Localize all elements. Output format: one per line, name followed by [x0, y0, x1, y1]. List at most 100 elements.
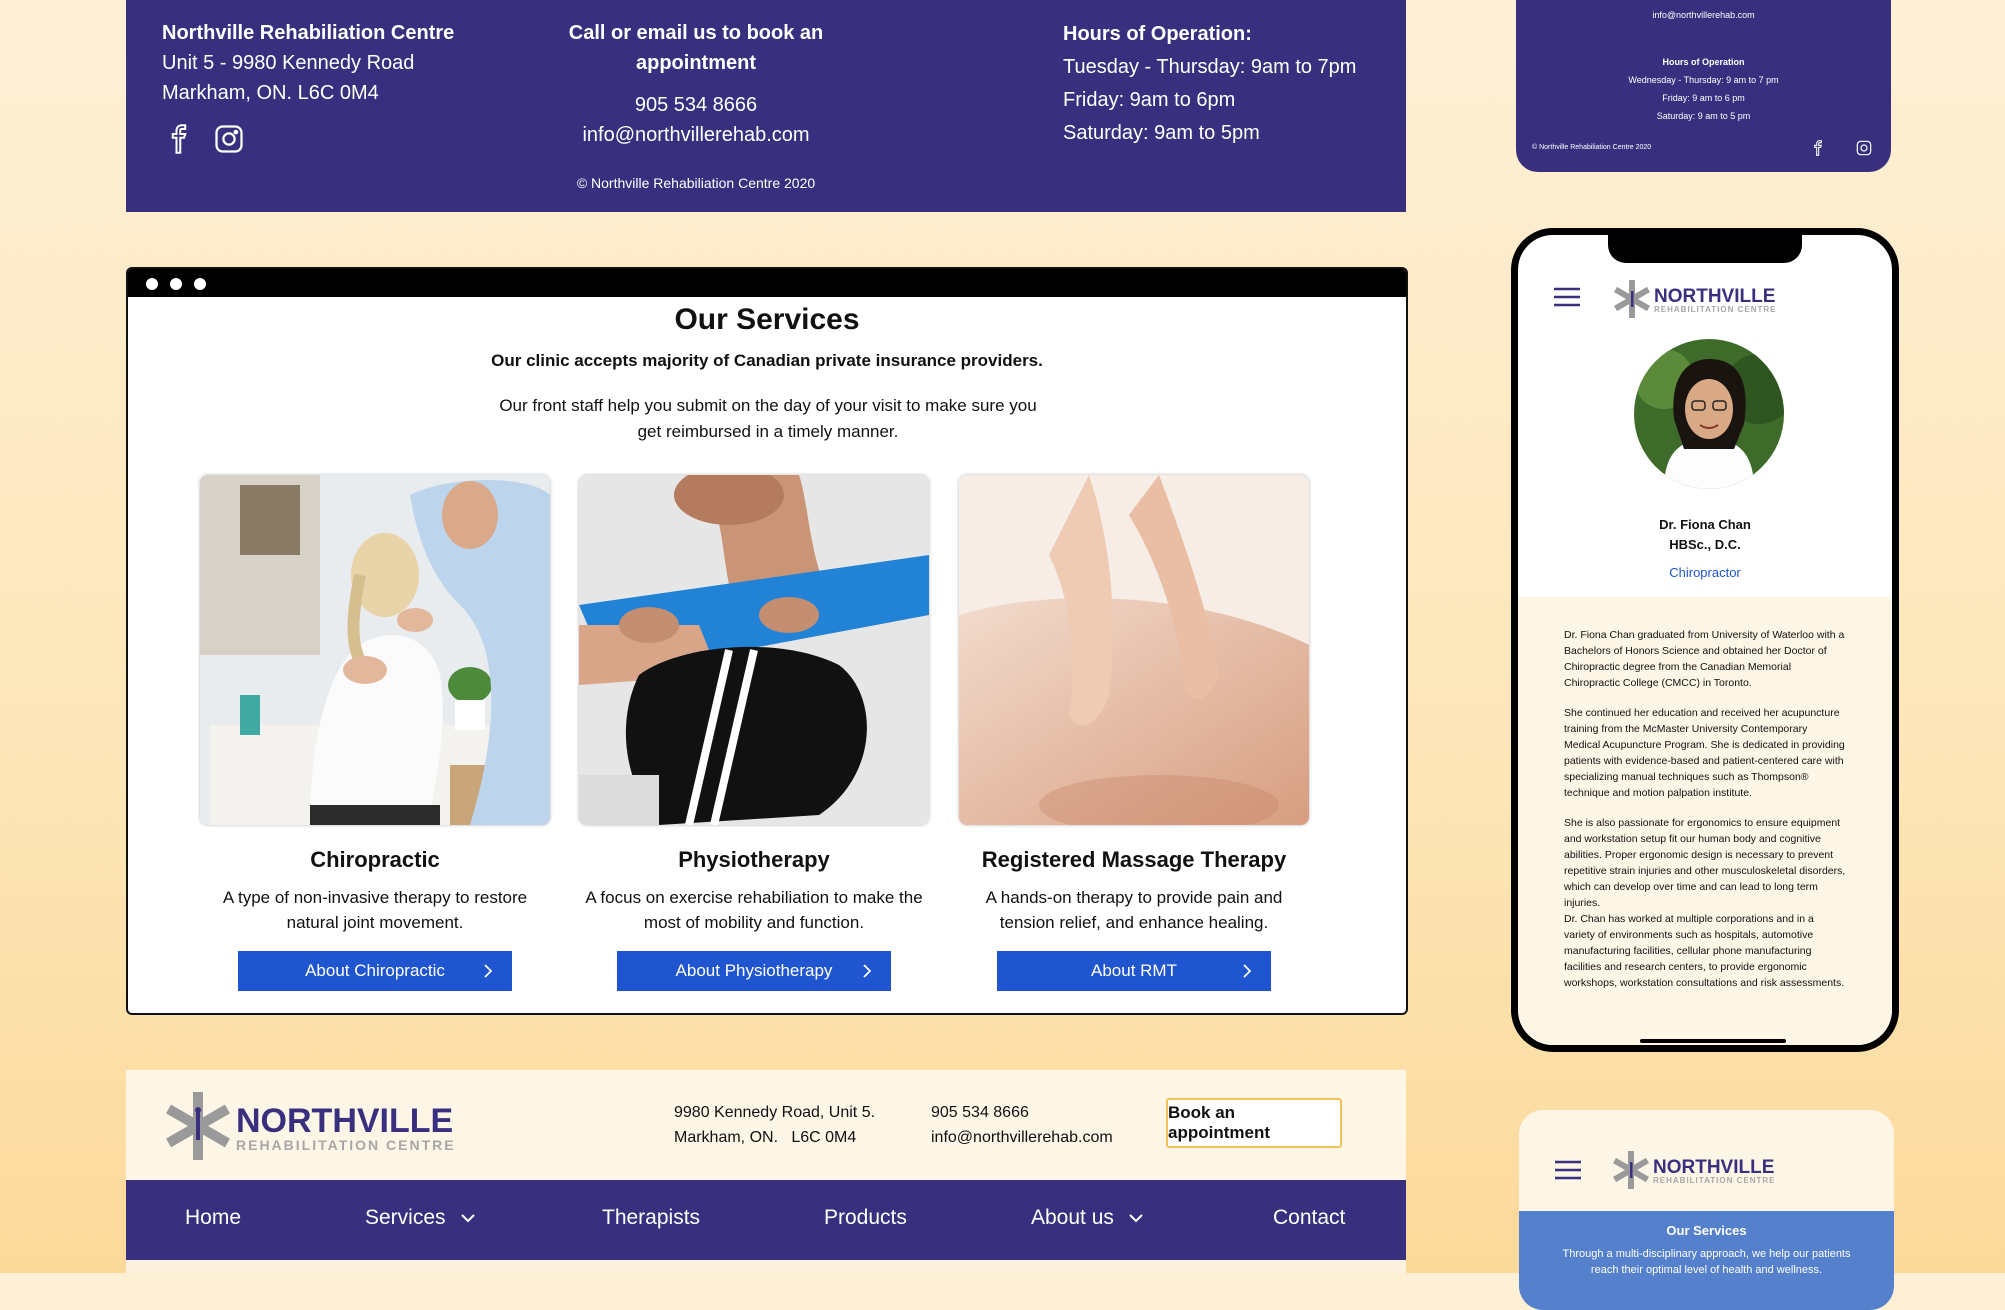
services-description: Our front staff help you submit on the d…	[499, 396, 1037, 441]
mobile-footer-hours-line: Saturday: 9 am to 5 pm	[1656, 111, 1751, 121]
browser-window: Our Services Our clinic accepts majority…	[126, 267, 1408, 1015]
nav-item-contact[interactable]: Contact	[1273, 1206, 1345, 1230]
doctor-name-block: Dr. Fiona Chan HBSc., D.C.	[1518, 515, 1892, 555]
site-logo[interactable]: NORTHVILLE REHABILITATION CENTRE	[162, 1088, 492, 1169]
mobile-logo-sub-text: REHABILITATION CENTRE	[1653, 1176, 1775, 1185]
footer-copyright-text: Northville Rehabiliation Centre 2020	[591, 175, 816, 191]
service-card-physiotherapy: Physiotherapy A focus on exercise rehabi…	[579, 475, 929, 991]
chevron-down-icon	[460, 1214, 475, 1223]
mobile-logo[interactable]: NORTHVILLE REHABILITATION CENTRE	[1613, 1148, 1803, 1197]
mobile-phone-mockup: NORTHVILLE REHABILITATION CENTRE Dr. Fio…	[1511, 228, 1899, 1052]
doctor-bio-section: Dr. Fiona Chan graduated from University…	[1518, 597, 1892, 1045]
browser-title-bar	[128, 269, 1406, 297]
facebook-icon[interactable]	[164, 124, 194, 154]
mobile-footer-hours-line: Wednesday - Thursday: 9 am to 7 pm	[1628, 75, 1779, 85]
mobile-footer-copyright: © Northville Rehabiliation Centre 2020	[1532, 144, 1651, 151]
bio-paragraph: She continued her education and received…	[1564, 707, 1845, 799]
mobile-footer-hours-heading: Hours of Operation	[1662, 57, 1745, 67]
main-navigation: Home Services Therapists Products About …	[126, 1180, 1406, 1260]
nav-label: Products	[824, 1206, 907, 1229]
mobile-footer-preview: info@northvillerehab.com Hours of Operat…	[1516, 0, 1891, 172]
copyright-icon: ©	[576, 175, 592, 191]
chevron-right-icon	[863, 964, 872, 978]
nav-label: Contact	[1273, 1206, 1346, 1229]
doctor-credentials: HBSc., D.C.	[1669, 537, 1741, 552]
mobile-logo-main-text: NORTHVILLE	[1653, 1157, 1774, 1178]
massage-photo	[959, 475, 1309, 825]
page-body-strip	[126, 1260, 1406, 1273]
nav-item-about[interactable]: About us	[1031, 1206, 1144, 1230]
instagram-icon[interactable]	[1856, 140, 1872, 156]
book-appointment-button[interactable]: Book an appointment	[1166, 1098, 1342, 1148]
footer-address-line2: Markham, ON. L6C 0M4	[162, 82, 379, 104]
footer-hours-line: Tuesday - Thursday: 9am to 7pm	[1063, 56, 1357, 78]
mobile-footer-email[interactable]: info@northvillerehab.com	[1516, 10, 1891, 20]
header-address-line2: Markham, ON. L6C 0M4	[674, 1129, 857, 1146]
mobile-logo-sub-text: REHABILITATION CENTRE	[1654, 305, 1776, 314]
chevron-right-icon	[1243, 964, 1252, 978]
nav-item-products[interactable]: Products	[824, 1206, 907, 1230]
mobile-services-band: Our Services Through a multi-disciplinar…	[1519, 1211, 1894, 1310]
logo-main-text: NORTHVILLE	[236, 1102, 453, 1140]
chevron-right-icon	[484, 964, 493, 978]
service-card-massage: Registered Massage Therapy A hands-on th…	[959, 475, 1309, 991]
physiotherapy-photo	[579, 475, 929, 825]
site-footer: Northville Rehabiliation Centre Unit 5 -…	[126, 0, 1406, 212]
header-email[interactable]: info@northvillerehab.com	[931, 1125, 1113, 1150]
footer-booking-heading: Call or email us to book an appointment	[568, 22, 824, 74]
service-card-text: A hands-on therapy to provide pain and t…	[985, 888, 1283, 932]
mobile-logo-main-text: NORTHVILLE	[1654, 286, 1775, 307]
footer-booking-block: Call or email us to book an appointment …	[526, 18, 866, 198]
footer-copyright: © Northville Rehabiliation Centre 2020	[526, 168, 866, 198]
service-card-text: A type of non-invasive therapy to restor…	[222, 888, 528, 932]
button-label: About RMT	[1091, 961, 1177, 980]
about-rmt-button[interactable]: About RMT	[997, 951, 1271, 991]
footer-social-links	[164, 124, 244, 154]
phone-notch	[1608, 235, 1802, 263]
footer-phone[interactable]: 905 534 8666	[526, 90, 866, 120]
header-phone[interactable]: 905 534 8666	[931, 1100, 1113, 1125]
nav-item-therapists[interactable]: Therapists	[602, 1206, 700, 1230]
mobile-footer-copyright-text: Northville Rehabiliation Centre 2020	[1539, 144, 1652, 151]
chevron-down-icon	[1129, 1214, 1143, 1223]
header-contact: 905 534 8666 info@northvillerehab.com	[931, 1100, 1113, 1150]
mobile-logo[interactable]: NORTHVILLE REHABILITATION CENTRE	[1614, 277, 1804, 326]
mobile-home-preview: NORTHVILLE REHABILITATION CENTRE Our Ser…	[1519, 1110, 1894, 1310]
bio-paragraph: She is also passionate for ergonomics to…	[1564, 817, 1846, 909]
nav-item-home[interactable]: Home	[185, 1206, 241, 1230]
mobile-footer-hours-line: Friday: 9 am to 6 pm	[1662, 93, 1745, 103]
home-indicator	[1640, 1039, 1786, 1043]
button-label: About Physiotherapy	[675, 961, 833, 980]
hamburger-menu-icon[interactable]	[1554, 287, 1580, 307]
window-dot-icon	[170, 278, 182, 290]
footer-address-line1: Unit 5 - 9980 Kennedy Road	[162, 52, 415, 74]
service-card-chiropractic: Chiropractic A type of non-invasive ther…	[200, 475, 550, 991]
service-card-title: Physiotherapy	[678, 847, 830, 872]
nav-label: About us	[1031, 1206, 1114, 1229]
hamburger-menu-icon[interactable]	[1555, 1160, 1581, 1180]
logo-sub-text: REHABILITATION CENTRE	[236, 1137, 456, 1153]
service-card-title: Registered Massage Therapy	[981, 847, 1287, 872]
nav-label: Home	[185, 1206, 242, 1229]
nav-item-services[interactable]: Services	[365, 1206, 476, 1230]
window-dot-icon	[146, 278, 158, 290]
doctor-role: Chiropractor	[1669, 565, 1741, 580]
nav-label: Therapists	[602, 1206, 701, 1229]
mobile-services-title: Our Services	[1666, 1223, 1747, 1238]
footer-hours-block: Hours of Operation: Tuesday - Thursday: …	[1063, 18, 1356, 150]
header-address-line1: 9980 Kennedy Road, Unit 5.	[674, 1104, 876, 1121]
services-subtitle: Our clinic accepts majority of Canadian …	[491, 351, 1043, 370]
doctor-avatar	[1634, 339, 1784, 489]
chiropractic-photo	[200, 475, 550, 825]
about-physiotherapy-button[interactable]: About Physiotherapy	[617, 951, 891, 991]
footer-address-block: Northville Rehabiliation Centre Unit 5 -…	[162, 18, 454, 108]
bio-paragraph: Dr. Fiona Chan graduated from University…	[1564, 629, 1845, 689]
facebook-icon[interactable]	[1810, 140, 1826, 156]
bio-paragraph: Dr. Chan has worked at multiple corporat…	[1564, 913, 1845, 989]
instagram-icon[interactable]	[214, 124, 244, 154]
header-address: 9980 Kennedy Road, Unit 5. Markham, ON. …	[674, 1100, 875, 1150]
services-title: Our Services	[674, 303, 860, 336]
about-chiropractic-button[interactable]: About Chiropractic	[238, 951, 512, 991]
button-label: About Chiropractic	[305, 961, 445, 980]
footer-email[interactable]: info@northvillerehab.com	[526, 120, 866, 150]
